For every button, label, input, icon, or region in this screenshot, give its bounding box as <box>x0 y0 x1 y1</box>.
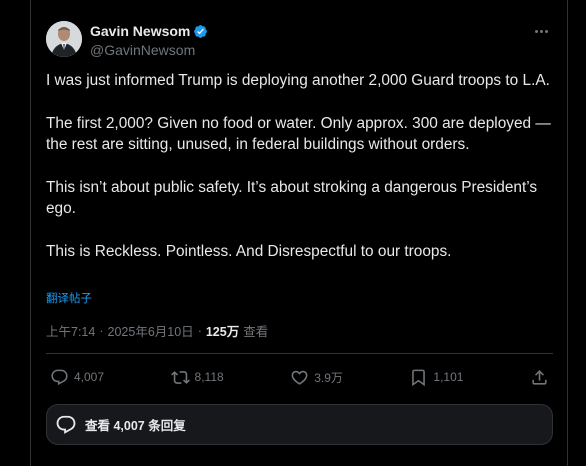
tweet-paragraph: I was just informed Trump is deploying a… <box>46 72 550 89</box>
divider <box>46 353 553 354</box>
views-count: 125万 <box>205 325 240 339</box>
author-name[interactable]: Gavin Newsom <box>90 23 190 39</box>
tweet-paragraph: This isn’t about public safety. It’s abo… <box>46 179 538 217</box>
author-handle[interactable]: @GavinNewsom <box>90 42 208 58</box>
share-icon <box>532 369 547 385</box>
repost-button[interactable]: 8,118 <box>170 368 224 387</box>
tweet-paragraph: This is Reckless. Pointless. And Disresp… <box>46 243 452 260</box>
avatar-portrait <box>46 21 82 57</box>
view-replies-button[interactable]: 查看 4,007 条回复 <box>46 404 553 445</box>
avatar[interactable] <box>46 21 82 57</box>
chat-bubble-icon <box>56 415 76 434</box>
meta-separator: · <box>99 323 104 338</box>
views-label: 查看 <box>243 325 269 339</box>
share-button[interactable] <box>530 368 549 387</box>
bookmark-count: 1,101 <box>433 370 464 384</box>
post-time[interactable]: 上午7:14 <box>46 321 95 340</box>
view-replies-label: 查看 4,007 条回复 <box>85 419 186 433</box>
bookmark-button[interactable]: 1,101 <box>409 368 463 387</box>
tweet-frame: Gavin Newsom @GavinNewsom I was just inf… <box>30 0 568 466</box>
tweet-paragraph: The first 2,000? Given no food or water.… <box>46 115 551 153</box>
like-button[interactable]: 3.9万 <box>290 368 343 387</box>
verified-badge-icon[interactable] <box>193 24 208 39</box>
reply-icon <box>51 369 68 385</box>
tweet-meta: 上午7:14 · 2025年6月10日 · 125万 查看 <box>46 321 268 340</box>
meta-separator: · <box>197 323 202 338</box>
action-bar: 4,007 8,118 3.9万 1,101 <box>50 366 549 388</box>
repost-count: 8,118 <box>194 370 224 384</box>
more-icon[interactable] <box>531 22 551 40</box>
like-count: 3.9万 <box>314 370 343 385</box>
reply-count: 4,007 <box>74 370 105 384</box>
bookmark-icon <box>412 369 426 386</box>
repost-icon <box>170 370 190 384</box>
author-name-row: Gavin Newsom <box>90 22 208 40</box>
translate-post-link[interactable]: 翻译帖子 <box>46 290 92 306</box>
reply-button[interactable]: 4,007 <box>50 368 104 387</box>
like-icon <box>291 370 308 385</box>
tweet-text: I was just informed Trump is deploying a… <box>46 70 556 262</box>
post-date[interactable]: 2025年6月10日 <box>108 321 194 340</box>
author-block: Gavin Newsom @GavinNewsom <box>90 22 208 58</box>
